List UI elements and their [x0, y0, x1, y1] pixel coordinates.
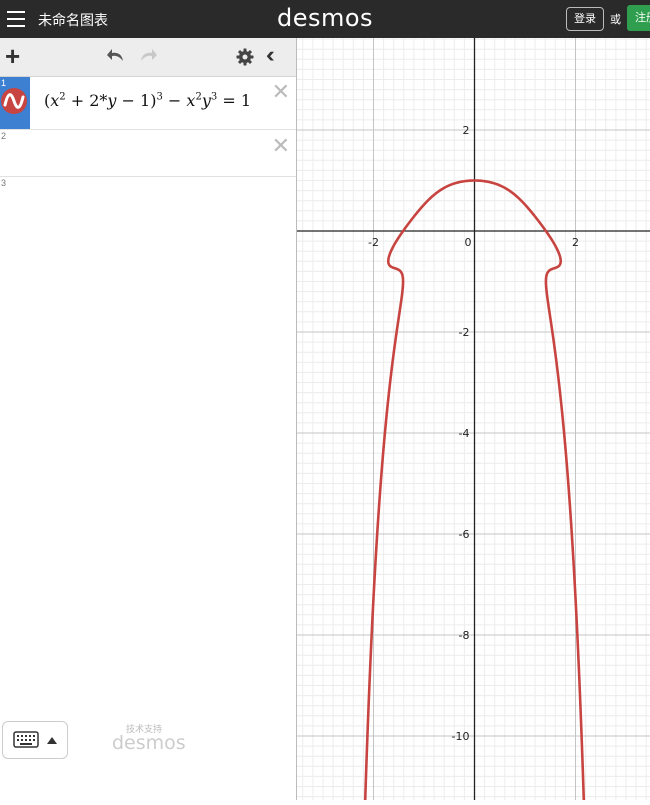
- expression-gutter: 3: [0, 177, 30, 211]
- expression-number: 1: [1, 78, 7, 88]
- plus-icon: +: [5, 41, 21, 71]
- graph-svg[interactable]: -2 0 2 2 -2 -4 -6 -8 -10: [297, 38, 650, 802]
- delete-expression-icon[interactable]: ✕: [272, 79, 290, 105]
- expression-gutter: 1: [0, 77, 30, 129]
- top-header: 未命名图表 desmos 登录 或 注册: [0, 0, 650, 38]
- x-tick-label: 0: [465, 236, 472, 249]
- expression-row[interactable]: 2 ✕: [0, 130, 296, 177]
- redo-button[interactable]: [138, 47, 158, 68]
- keyboard-toggle-button[interactable]: [2, 721, 68, 759]
- y-tick-label: -10: [452, 730, 470, 743]
- expression-panel: + ‹‹ 1 (x2 + 2*y − 1)3 − x2y3 = 1 ✕ 2 ✕ …: [0, 38, 296, 800]
- add-expression-button[interactable]: +: [5, 43, 20, 69]
- expression-number: 2: [1, 131, 7, 141]
- undo-button[interactable]: [106, 47, 126, 68]
- gear-icon: [236, 48, 254, 66]
- expression-row[interactable]: 1 (x2 + 2*y − 1)3 − x2y3 = 1 ✕: [0, 77, 296, 130]
- expression-number: 3: [1, 178, 7, 188]
- collapse-panel-button[interactable]: ‹‹: [266, 42, 274, 68]
- graph-title[interactable]: 未命名图表: [38, 10, 108, 30]
- settings-button[interactable]: [236, 48, 254, 71]
- x-tick-label: -2: [368, 236, 379, 249]
- caret-up-icon: [47, 737, 57, 744]
- desmos-logo: desmos: [276, 4, 374, 32]
- expression-gutter: 2: [0, 130, 30, 176]
- double-chevron-left-icon: ‹‹: [266, 42, 274, 67]
- graph-canvas[interactable]: -2 0 2 2 -2 -4 -6 -8 -10: [297, 38, 650, 802]
- login-button[interactable]: 登录: [566, 7, 604, 31]
- or-label: 或: [610, 14, 621, 26]
- graph-wave-icon[interactable]: [1, 88, 27, 114]
- delete-expression-icon[interactable]: ✕: [272, 133, 290, 159]
- y-tick-label: -6: [459, 528, 470, 541]
- y-tick-label: -4: [459, 427, 470, 440]
- y-tick-label: 2: [463, 124, 470, 137]
- expression-toolbar: + ‹‹: [0, 38, 296, 77]
- y-tick-label: -2: [459, 326, 470, 339]
- hamburger-menu-icon[interactable]: [7, 11, 25, 27]
- signup-button[interactable]: 注册: [627, 5, 650, 31]
- keyboard-icon: [13, 731, 39, 748]
- redo-icon: [141, 49, 157, 61]
- y-tick-label: -8: [459, 629, 470, 642]
- footer-desmos-logo[interactable]: desmos: [112, 732, 186, 754]
- expression-row[interactable]: 3: [0, 177, 296, 211]
- undo-icon: [107, 49, 123, 61]
- x-tick-label: 2: [572, 236, 579, 249]
- expression-formula[interactable]: (x2 + 2*y − 1)3 − x2y3 = 1: [44, 91, 251, 110]
